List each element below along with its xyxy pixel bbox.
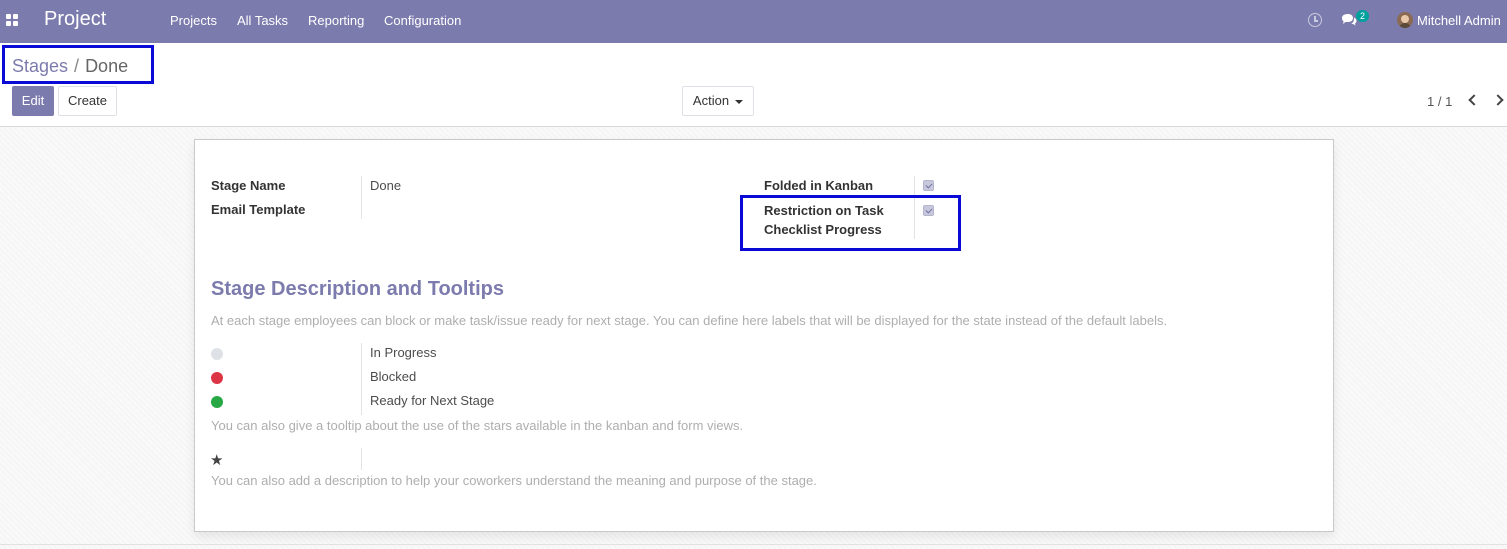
pager-next-icon[interactable] [1492, 94, 1504, 106]
email-template-label: Email Template [211, 202, 306, 217]
state-dot-normal [211, 348, 223, 360]
description-help-text: You can also add a description to help y… [211, 473, 817, 488]
caret-down-icon [735, 99, 744, 104]
email-template-field[interactable] [370, 202, 570, 218]
app-name[interactable]: Project [44, 8, 106, 31]
action-label: Action [692, 93, 730, 108]
star-tooltip-field[interactable] [370, 452, 570, 468]
state-dot-done [211, 396, 223, 408]
legend-blocked-field[interactable]: Blocked [370, 369, 416, 384]
create-button[interactable]: Create [58, 86, 117, 116]
top-navbar: Project Projects All Tasks Reporting Con… [0, 0, 1507, 43]
legend-done-field[interactable]: Ready for Next Stage [370, 393, 494, 408]
edit-button[interactable]: Edit [12, 86, 54, 116]
action-dropdown[interactable]: Action [682, 86, 754, 116]
messaging-icon[interactable] [1341, 13, 1357, 26]
stage-name-label: Stage Name [211, 178, 286, 193]
apps-menu-icon[interactable] [6, 14, 19, 26]
star-help-text: You can also give a tooltip about the us… [211, 418, 744, 433]
stage-name-field[interactable]: Done [370, 178, 401, 193]
user-menu[interactable]: Mitchell Admin [1417, 13, 1501, 28]
state-dot-blocked [211, 372, 223, 384]
highlight-box-restriction [740, 195, 961, 251]
field-separator [361, 448, 362, 470]
star-icon: ★ [210, 452, 224, 469]
state-help-text: At each stage employees can block or mak… [211, 313, 1168, 328]
menu-configuration[interactable]: Configuration [384, 13, 461, 28]
legend-normal-field[interactable]: In Progress [370, 345, 436, 360]
menu-reporting[interactable]: Reporting [308, 13, 364, 28]
menu-projects[interactable]: Projects [170, 13, 217, 28]
field-separator [361, 176, 362, 219]
highlight-box-breadcrumb [2, 45, 154, 84]
folded-in-kanban-checkbox[interactable] [923, 180, 934, 191]
user-avatar[interactable] [1397, 12, 1413, 28]
pager-previous-icon[interactable] [1468, 94, 1480, 106]
bottom-divider [0, 544, 1507, 545]
messaging-badge: 2 [1356, 10, 1369, 22]
folded-in-kanban-label: Folded in Kanban [764, 178, 874, 193]
menu-all-tasks[interactable]: All Tasks [237, 13, 288, 28]
activity-clock-icon[interactable] [1308, 13, 1322, 27]
section-title: Stage Description and Tooltips [211, 278, 504, 300]
pager-value[interactable]: 1 / 1 [1427, 94, 1452, 109]
field-separator [361, 343, 362, 415]
